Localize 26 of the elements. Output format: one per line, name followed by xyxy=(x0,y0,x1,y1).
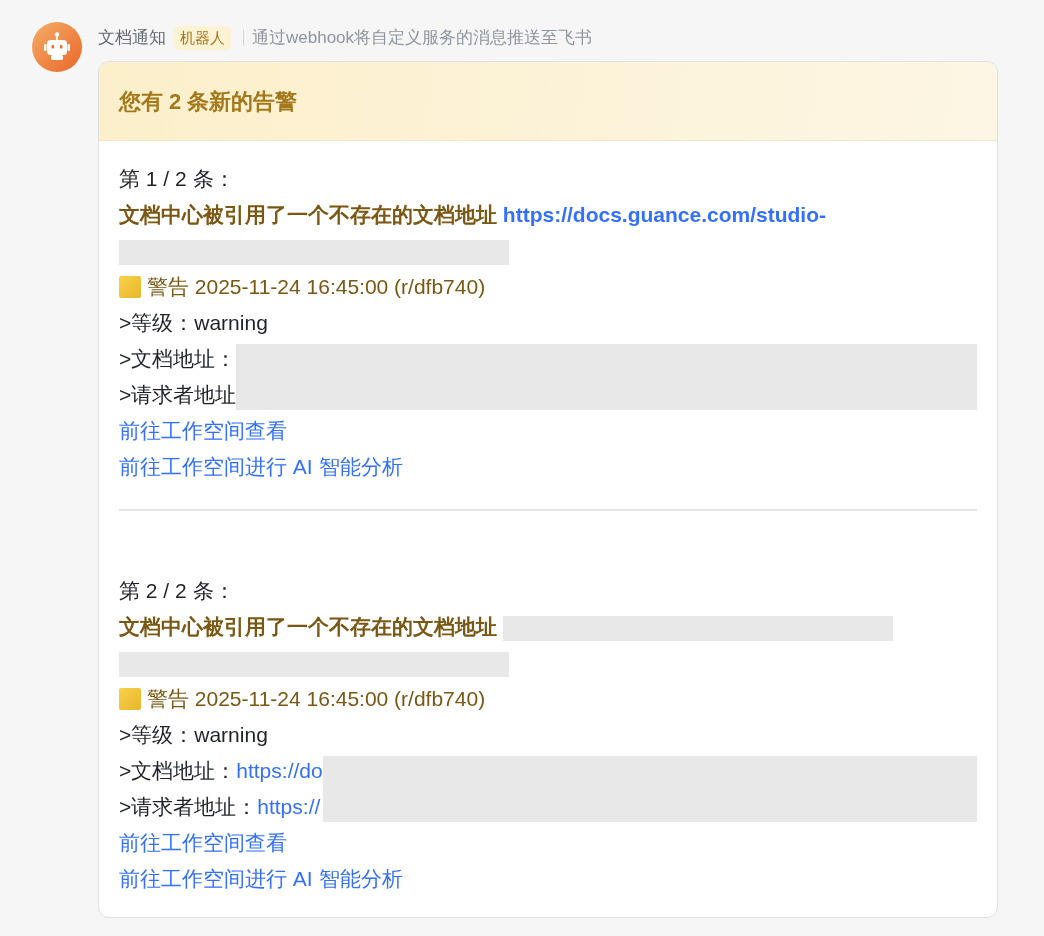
workspace-link[interactable]: 前往工作空间进行 AI 智能分析 xyxy=(119,455,403,478)
alert-title-text: 文档中心被引用了一个不存在的文档地址 xyxy=(119,203,497,226)
address-link[interactable]: https://do xyxy=(236,753,323,789)
workspace-link[interactable]: 前往工作空间查看 xyxy=(119,831,287,854)
sender-description: 通过webhook将自定义服务的消息推送至飞书 xyxy=(252,27,593,49)
robot-avatar-icon xyxy=(32,22,82,72)
workspace-link[interactable]: 前往工作空间进行 AI 智能分析 xyxy=(119,867,403,890)
card-title: 您有 2 条新的告警 xyxy=(119,88,299,116)
level-text: >等级：warning xyxy=(119,722,269,748)
message-index: 第 2 / 2 条： xyxy=(119,578,236,604)
address-label: >请求者地址： xyxy=(119,794,258,820)
warning-square-icon xyxy=(119,276,141,298)
alert-title-text: 文档中心被引用了一个不存在的文档地址 xyxy=(119,615,497,638)
workspace-link[interactable]: 前往工作空间查看 xyxy=(119,419,287,442)
sender-name: 文档通知 xyxy=(98,27,166,49)
address-link[interactable]: https:// xyxy=(257,789,321,825)
message-index: 第 1 / 2 条： xyxy=(119,166,236,192)
severity-text: 警告 2025-11-24 16:45:00 (r/dfb740) xyxy=(147,686,486,712)
severity-text: 警告 2025-11-24 16:45:00 (r/dfb740) xyxy=(147,274,486,300)
warning-square-icon xyxy=(119,688,141,710)
address-label: >请求者地址 xyxy=(119,382,237,408)
robot-tag: 机器人 xyxy=(174,26,231,50)
level-text: >等级：warning xyxy=(119,310,269,336)
address-label: >文档地址： xyxy=(119,758,237,784)
address-label: >文档地址： xyxy=(119,346,237,372)
doc-link[interactable]: https://docs.guance.com/studio- xyxy=(502,203,827,226)
